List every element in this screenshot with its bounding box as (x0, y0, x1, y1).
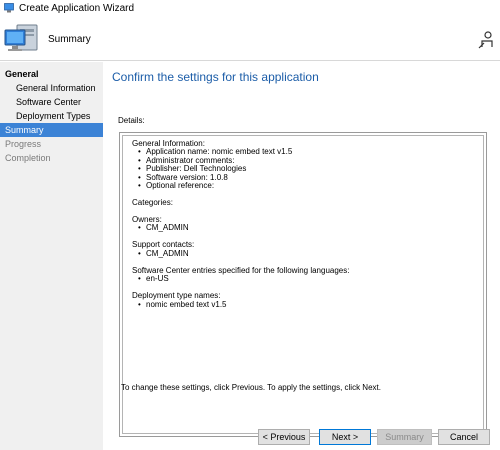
help-person-icon[interactable] (478, 31, 494, 49)
previous-button[interactable]: < Previous (258, 429, 310, 445)
window-title: Create Application Wizard (19, 2, 135, 14)
detail-item: Optional reference: (132, 181, 483, 190)
instruction-note: To change these settings, click Previous… (121, 383, 381, 392)
sidebar-item-general: General (5, 69, 39, 79)
page-heading: Summary (48, 34, 91, 45)
section-header: Software Center entries specified for th… (132, 265, 350, 275)
wizard-header: Summary (0, 16, 500, 61)
categories-section: Categories: (132, 198, 483, 208)
general-information-section: General Information: Application name: n… (132, 139, 483, 190)
sidebar-item-summary[interactable]: Summary (0, 123, 103, 137)
main-heading: Confirm the settings for this applicatio… (112, 70, 319, 84)
summary-button: Summary (377, 429, 432, 445)
next-button[interactable]: Next > (319, 429, 371, 445)
detail-item: nomic embed text v1.5 (132, 300, 483, 309)
cancel-button[interactable]: Cancel (438, 429, 490, 445)
wizard-app-icon (4, 3, 14, 13)
sidebar-item-progress: Progress (5, 139, 42, 149)
sidebar-item-deployment-types[interactable]: Deployment Types (0, 109, 103, 123)
section-header: Categories: (132, 198, 173, 208)
wizard-content: Confirm the settings for this applicatio… (103, 62, 500, 450)
detail-item: CM_ADMIN (132, 224, 483, 233)
sidebar-item-general-information[interactable]: General Information (0, 81, 103, 95)
deployment-types-section: Deployment type names: nomic embed text … (132, 291, 483, 309)
sidebar-item-software-center[interactable]: Software Center (0, 95, 103, 109)
support-contacts-section: Support contacts: CM_ADMIN (132, 241, 483, 258)
details-label: Details: (118, 116, 145, 125)
computer-monitor-icon (4, 24, 38, 51)
title-bar: Create Application Wizard (0, 0, 500, 16)
sidebar-item-completion: Completion (5, 153, 51, 163)
owners-section: Owners: CM_ADMIN (132, 215, 483, 233)
wizard-sidebar: General General Information Software Cen… (0, 62, 103, 450)
detail-item: CM_ADMIN (132, 249, 483, 258)
languages-section: Software Center entries specified for th… (132, 265, 483, 284)
detail-item: en-US (132, 274, 483, 283)
